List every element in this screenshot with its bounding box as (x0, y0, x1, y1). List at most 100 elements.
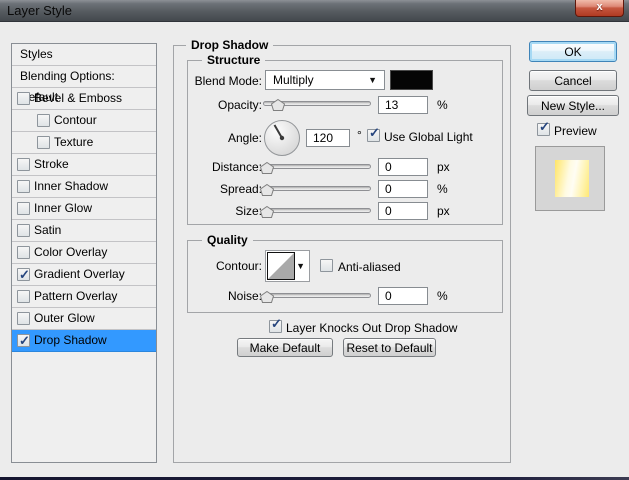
cancel-button[interactable]: Cancel (529, 70, 617, 91)
layer-knocks-out-checkbox[interactable] (269, 316, 282, 333)
color-overlay-checkbox[interactable] (17, 246, 30, 259)
size-slider[interactable] (263, 208, 371, 213)
angle-label: Angle: (227, 131, 262, 145)
sidebar-item-label: Color Overlay (34, 245, 108, 259)
noise-label: Noise: (227, 289, 262, 303)
sidebar-item-inner-glow[interactable]: Inner Glow (12, 198, 156, 220)
contour-picker[interactable]: ▼ (265, 250, 310, 282)
distance-label: Distance: (211, 160, 262, 174)
texture-checkbox[interactable] (37, 136, 50, 149)
sidebar-item-color-overlay[interactable]: Color Overlay (12, 242, 156, 264)
sidebar-item-drop-shadow[interactable]: Drop Shadow (12, 330, 156, 352)
drop-shadow-checkbox[interactable] (17, 330, 30, 351)
inner-glow-checkbox[interactable] (17, 202, 30, 215)
sidebar-item-stroke[interactable]: Stroke (12, 154, 156, 176)
blend-mode-value: Multiply (273, 73, 314, 87)
sidebar-item-label: Satin (34, 223, 62, 237)
inner-shadow-checkbox[interactable] (17, 180, 30, 193)
noise-slider[interactable] (263, 293, 371, 298)
blend-mode-select[interactable]: Multiply ▼ (265, 70, 385, 90)
angle-dial[interactable] (264, 120, 300, 156)
sidebar-item-label: Pattern Overlay (34, 289, 118, 303)
title-bar[interactable]: Layer Style x (0, 0, 629, 22)
size-label: Size: (235, 204, 262, 218)
ok-button[interactable]: OK (529, 41, 617, 62)
spread-label: Spread: (219, 182, 262, 196)
shadow-color-swatch[interactable] (390, 70, 433, 90)
sidebar-item-label: Outer Glow (34, 311, 95, 325)
sidebar-item-blending-options[interactable]: Blending Options: Default (12, 66, 156, 104)
angle-unit: ° (357, 128, 362, 142)
close-button[interactable]: x (575, 0, 624, 17)
noise-unit: % (437, 289, 448, 303)
preview-checkbox[interactable] (537, 119, 550, 136)
distance-input[interactable] (378, 158, 428, 176)
preview-label: Preview (554, 124, 597, 138)
sidebar-item-label: Texture (54, 135, 94, 149)
use-global-light-checkbox[interactable] (367, 125, 380, 142)
styles-header-label: Styles (20, 47, 53, 61)
sidebar-item-label: Contour (54, 113, 97, 127)
sidebar-item-label: Gradient Overlay (34, 267, 125, 281)
sidebar-item-pattern-overlay[interactable]: Pattern Overlay (12, 286, 156, 308)
anti-aliased-checkbox[interactable] (320, 259, 333, 272)
distance-slider-thumb[interactable] (260, 162, 274, 174)
stroke-checkbox[interactable] (17, 158, 30, 171)
sidebar-item-gradient-overlay[interactable]: Gradient Overlay (12, 264, 156, 286)
use-global-light-label: Use Global Light (384, 130, 473, 144)
styles-panel: Styles Blending Options: Default Bevel &… (11, 43, 157, 463)
close-icon: x (596, 1, 603, 13)
layer-knocks-out-label: Layer Knocks Out Drop Shadow (286, 321, 458, 335)
opacity-input[interactable] (378, 96, 428, 114)
sidebar-item-texture[interactable]: Texture (12, 132, 156, 154)
size-unit: px (437, 204, 450, 218)
styles-header: Styles (12, 44, 156, 66)
distance-slider[interactable] (263, 164, 371, 169)
structure-group-title: Structure (202, 53, 266, 67)
anti-aliased-label: Anti-aliased (338, 260, 401, 274)
opacity-slider-thumb[interactable] (271, 99, 285, 111)
noise-input[interactable] (378, 287, 428, 305)
outer-glow-checkbox[interactable] (17, 312, 30, 325)
sidebar-item-label: Inner Shadow (34, 179, 109, 193)
spread-input[interactable] (378, 180, 428, 198)
spread-slider-thumb[interactable] (260, 184, 274, 196)
pattern-overlay-checkbox[interactable] (17, 290, 30, 303)
contour-thumbnail-icon (267, 252, 295, 280)
opacity-label: Opacity: (217, 98, 262, 112)
sidebar-item-label: Inner Glow (34, 201, 93, 215)
window-title: Layer Style (7, 3, 73, 18)
reset-to-default-button[interactable]: Reset to Default (343, 338, 436, 357)
sidebar-item-contour[interactable]: Contour (12, 110, 156, 132)
sidebar-item-label: Stroke (34, 157, 69, 171)
blend-mode-label: Blend Mode: (194, 74, 262, 88)
sidebar-item-label: Bevel & Emboss (34, 91, 123, 105)
satin-checkbox[interactable] (17, 224, 30, 237)
drop-shadow-group-title: Drop Shadow (186, 38, 274, 52)
gradient-preview-swatch (555, 160, 589, 197)
angle-needle (273, 124, 285, 141)
bevel-emboss-checkbox[interactable] (17, 92, 30, 105)
noise-slider-thumb[interactable] (260, 291, 274, 303)
sidebar-item-satin[interactable]: Satin (12, 220, 156, 242)
quality-group-title: Quality (202, 233, 253, 247)
contour-label: Contour: (215, 259, 262, 273)
dropdown-arrow-icon: ▼ (296, 261, 305, 271)
sidebar-item-inner-shadow[interactable]: Inner Shadow (12, 176, 156, 198)
preview-thumbnail (535, 146, 605, 211)
sidebar-item-label: Drop Shadow (34, 333, 107, 347)
sidebar-item-outer-glow[interactable]: Outer Glow (12, 308, 156, 330)
sidebar-item-bevel-emboss[interactable]: Bevel & Emboss (12, 88, 156, 110)
spread-unit: % (437, 182, 448, 196)
gradient-overlay-checkbox[interactable] (17, 264, 30, 285)
opacity-unit: % (437, 98, 448, 112)
angle-input[interactable] (306, 129, 350, 147)
distance-unit: px (437, 160, 450, 174)
make-default-button[interactable]: Make Default (237, 338, 333, 357)
new-style-button[interactable]: New Style... (527, 95, 619, 116)
spread-slider[interactable] (263, 186, 371, 191)
contour-checkbox[interactable] (37, 114, 50, 127)
size-input[interactable] (378, 202, 428, 220)
dropdown-arrow-icon: ▼ (368, 75, 377, 85)
size-slider-thumb[interactable] (260, 206, 274, 218)
